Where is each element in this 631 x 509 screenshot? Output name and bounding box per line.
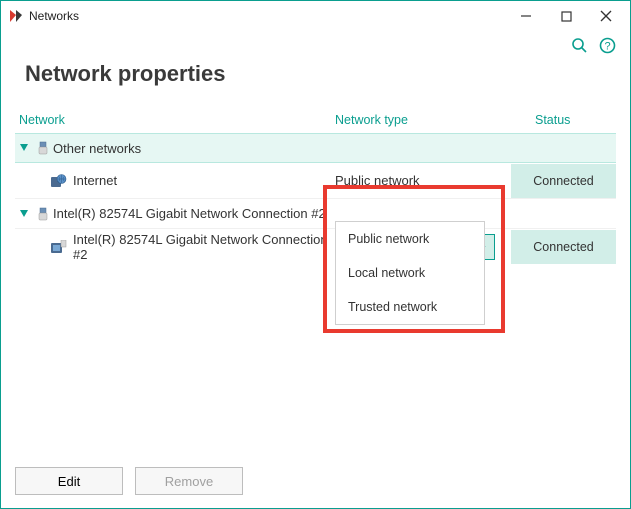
caret-down-icon xyxy=(15,210,33,218)
globe-icon xyxy=(51,174,67,188)
toolbar: ? xyxy=(1,31,630,59)
row-name: Intel(R) 82574L Gigabit Network Connecti… xyxy=(73,232,335,262)
row-type: Public network xyxy=(335,173,511,188)
edit-button[interactable]: Edit xyxy=(15,467,123,495)
window: Networks ? Network properties Network Ne… xyxy=(0,0,631,509)
status-badge: Connected xyxy=(511,164,616,198)
network-adapter-icon xyxy=(51,240,67,254)
search-icon[interactable] xyxy=(570,36,588,54)
status-badge: Connected xyxy=(511,230,616,264)
titlebar: Networks xyxy=(1,1,630,31)
group-label: Intel(R) 82574L Gigabit Network Connecti… xyxy=(53,206,326,221)
network-grid: Network Network type Status Other networ… xyxy=(1,105,630,454)
app-icon xyxy=(9,9,23,23)
svg-text:?: ? xyxy=(604,40,610,52)
group-adapter[interactable]: Intel(R) 82574L Gigabit Network Connecti… xyxy=(15,199,616,229)
row-name: Internet xyxy=(73,173,117,188)
network-type-dropdown: Public network Local network Trusted net… xyxy=(335,221,485,325)
group-label: Other networks xyxy=(53,141,141,156)
window-title: Networks xyxy=(29,9,79,23)
help-icon[interactable]: ? xyxy=(598,36,616,54)
column-header-network[interactable]: Network xyxy=(15,113,335,127)
minimize-button[interactable] xyxy=(506,2,546,30)
close-button[interactable] xyxy=(586,2,626,30)
caret-down-icon xyxy=(15,144,33,152)
column-headers: Network Network type Status xyxy=(15,105,616,133)
usb-icon xyxy=(33,141,53,155)
group-other-networks[interactable]: Other networks xyxy=(15,133,616,163)
page-title: Network properties xyxy=(1,59,630,105)
footer: Edit Remove xyxy=(1,454,630,508)
usb-icon xyxy=(33,207,53,221)
dropdown-option-local[interactable]: Local network xyxy=(336,256,484,290)
dropdown-option-public[interactable]: Public network xyxy=(336,222,484,256)
dropdown-option-trusted[interactable]: Trusted network xyxy=(336,290,484,324)
remove-button: Remove xyxy=(135,467,243,495)
row-internet[interactable]: Internet Public network Connected xyxy=(15,163,616,199)
column-header-type[interactable]: Network type xyxy=(335,113,511,127)
row-adapter-connection[interactable]: Intel(R) 82574L Gigabit Network Connecti… xyxy=(15,229,616,265)
maximize-button[interactable] xyxy=(546,2,586,30)
column-header-status[interactable]: Status xyxy=(511,113,616,127)
